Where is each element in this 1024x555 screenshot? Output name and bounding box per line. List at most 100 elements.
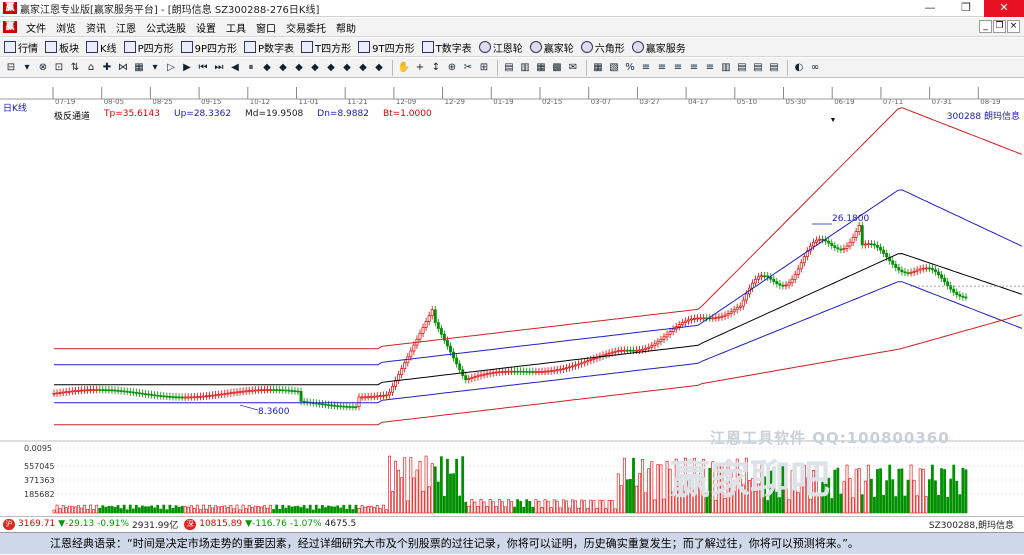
tool-icon-19[interactable]: ◆ <box>308 61 322 75</box>
tool-icon-45[interactable]: ≡ <box>703 61 717 75</box>
maximize-button[interactable]: ❐ <box>948 0 984 17</box>
volume-bar <box>552 499 556 514</box>
candle-body <box>433 309 437 323</box>
toolbar-item-9[interactable]: 江恩轮 <box>478 40 523 55</box>
tool-icon-9[interactable]: ▾ <box>148 61 162 75</box>
candle-body <box>366 396 370 399</box>
sh-index[interactable]: 沪 3169.71 ▼-29.13 -0.91% 2931.99亿 <box>3 518 178 531</box>
tool-icon-7[interactable]: ⋈ <box>116 61 130 75</box>
candle-body <box>482 373 486 376</box>
tool-icon-29[interactable]: ✂ <box>461 61 475 75</box>
tool-icon-28[interactable]: ⊕ <box>445 61 459 75</box>
candle-body <box>613 350 617 353</box>
tool-icon-41[interactable]: ≡ <box>639 61 653 75</box>
menu-help[interactable]: 帮助 <box>331 20 361 35</box>
tool-icon-46[interactable]: ▥ <box>719 61 733 75</box>
candle-body <box>256 389 260 392</box>
toolbar-item-8[interactable]: T数字表 <box>421 40 472 55</box>
candle-body <box>583 361 587 364</box>
tool-icon-8[interactable]: ▦ <box>132 61 146 75</box>
tool-icon-0[interactable]: ⊟ <box>4 61 18 75</box>
menu-browse[interactable]: 浏览 <box>51 20 81 35</box>
tool-icon-27[interactable]: ↕ <box>429 61 443 75</box>
tool-icon-14[interactable]: ◀ <box>228 61 242 75</box>
mdi-restore-button[interactable]: ❐ <box>993 20 1006 33</box>
tool-icon-35[interactable]: ▩ <box>550 61 564 75</box>
tool-icon-10[interactable]: ▷ <box>164 61 178 75</box>
menu-tools[interactable]: 工具 <box>221 20 251 35</box>
menu-formula-select[interactable]: 公式选股 <box>141 20 191 35</box>
tool-icon-48[interactable]: ▤ <box>751 61 765 75</box>
mdi-minimize-button[interactable]: _ <box>979 20 992 33</box>
tool-icon-38[interactable]: ▦ <box>591 61 605 75</box>
tool-icon-51[interactable]: ◐ <box>792 61 806 75</box>
volume-bar <box>214 505 218 514</box>
menu-trade[interactable]: 交易委托 <box>281 20 331 35</box>
tool-icon-17[interactable]: ◆ <box>276 61 290 75</box>
tool-icon-21[interactable]: ◆ <box>340 61 354 75</box>
tool-icon-32[interactable]: ▤ <box>502 61 516 75</box>
toolbar-item-10[interactable]: 赢家轮 <box>529 40 574 55</box>
tool-icon-33[interactable]: ▥ <box>518 61 532 75</box>
tool-icon-5[interactable]: ⌂ <box>84 61 98 75</box>
volume-bar <box>77 505 80 514</box>
tool-icon-34[interactable]: ▦ <box>534 61 548 75</box>
toolbar-item-5[interactable]: P数字表 <box>244 40 294 55</box>
tool-icon-44[interactable]: ≡ <box>687 61 701 75</box>
wheel-icon <box>478 41 491 53</box>
tool-icon-11[interactable]: ▶ <box>180 61 194 75</box>
toolbar-item-1[interactable]: 板块 <box>45 40 79 55</box>
sh-amount: 2931.99亿 <box>132 520 179 531</box>
volume-bar <box>616 473 620 514</box>
tool-icon-22[interactable]: ◆ <box>356 61 370 75</box>
tool-icon-12[interactable]: ⏮ <box>196 61 210 75</box>
candle-body <box>686 319 690 322</box>
tool-icon-15[interactable]: ⏸ <box>244 61 258 75</box>
tool-icon-20[interactable]: ◆ <box>324 61 338 75</box>
tool-icon-23[interactable]: ◆ <box>372 61 386 75</box>
tool-icon-42[interactable]: ≡ <box>655 61 669 75</box>
toolbar-item-12[interactable]: 赢家服务 <box>631 40 686 55</box>
menu-info[interactable]: 资讯 <box>81 20 111 35</box>
menu-window[interactable]: 窗口 <box>251 20 281 35</box>
tool-icon-2[interactable]: ⊗ <box>36 61 50 75</box>
tool-icon-39[interactable]: ▧ <box>607 61 621 75</box>
menu-gann[interactable]: 江恩 <box>111 20 141 35</box>
tool-icon-43[interactable]: ≡ <box>671 61 685 75</box>
tool-icon-52[interactable]: ∞ <box>808 61 822 75</box>
mdi-close-button[interactable]: × <box>1007 20 1020 33</box>
toolbar-item-7[interactable]: 9T四方形 <box>358 40 415 55</box>
volume-bar <box>308 504 312 514</box>
chart-area[interactable]: 07-19 08-05 08-25 09-15 10-12 11-01 11-21 12-09… <box>0 79 1024 516</box>
toolbar-item-3[interactable]: P四方形 <box>123 40 174 55</box>
sz-change: ▼-116.76 <box>245 519 287 529</box>
toolbar-item-11[interactable]: 六角形 <box>580 40 625 55</box>
tool-icon-1[interactable]: ▾ <box>20 61 34 75</box>
title-bar: 赢 赢家江恩专业版[赢家服务平台] - [朗玛信息 SZ300288-276日K… <box>0 0 1024 17</box>
menu-settings[interactable]: 设置 <box>191 20 221 35</box>
tool-icon-16[interactable]: ◆ <box>260 61 274 75</box>
toolbar-item-6[interactable]: T四方形 <box>301 40 351 55</box>
tool-icon-26[interactable]: + <box>413 61 427 75</box>
tool-icon-3[interactable]: ⊡ <box>52 61 66 75</box>
toolbar-item-2[interactable]: K线 <box>86 40 117 55</box>
tool-icon-49[interactable]: ▤ <box>767 61 781 75</box>
tool-icon-30[interactable]: ⊞ <box>477 61 491 75</box>
tool-icon-36[interactable]: ✉ <box>566 61 580 75</box>
toolbar-item-0[interactable]: 行情 <box>4 40 38 55</box>
toolbar-item-4[interactable]: 9P四方形 <box>180 40 237 55</box>
tool-icon-18[interactable]: ◆ <box>292 61 306 75</box>
tool-icon-40[interactable]: % <box>623 61 637 75</box>
sz-index[interactable]: 深 10815.89 ▼-116.76 -1.07% 4675.5 <box>184 518 356 530</box>
tool-icon-47[interactable]: ▤ <box>735 61 749 75</box>
tool-icon-25[interactable]: ✋ <box>397 61 411 75</box>
tool-icon-6[interactable]: ✚ <box>100 61 114 75</box>
tool-icon-4[interactable]: ⇅ <box>68 61 82 75</box>
menu-file[interactable]: 文件 <box>21 20 51 35</box>
candle-body <box>796 268 800 275</box>
candle-body <box>446 339 449 347</box>
close-button[interactable]: ✕ <box>984 0 1024 17</box>
minimize-button[interactable]: — <box>912 0 948 17</box>
candle-body <box>537 371 541 373</box>
tool-icon-13[interactable]: ⏭ <box>212 61 226 75</box>
